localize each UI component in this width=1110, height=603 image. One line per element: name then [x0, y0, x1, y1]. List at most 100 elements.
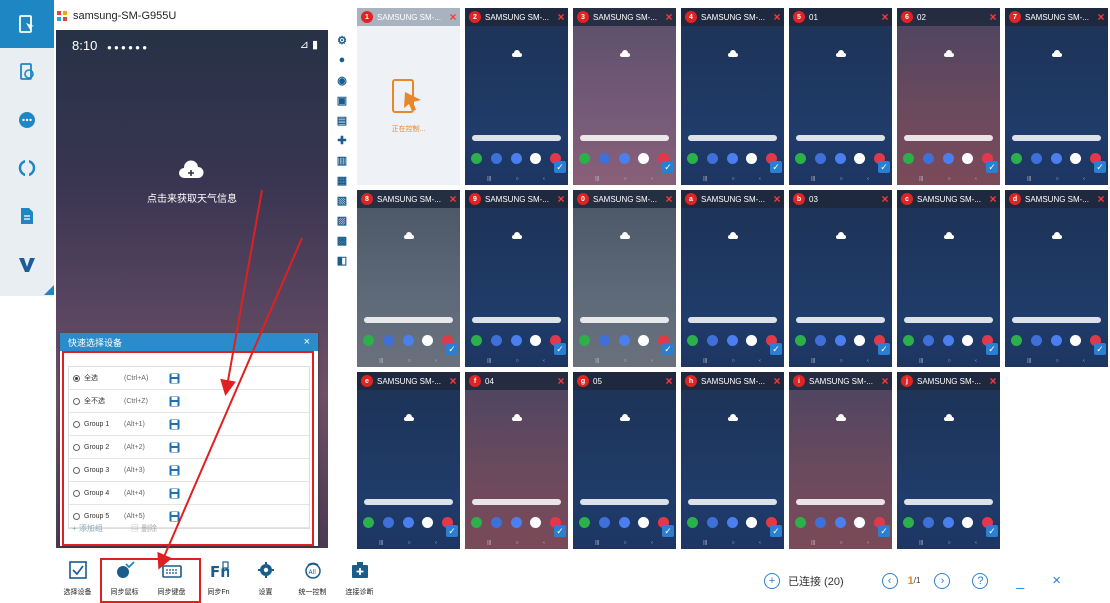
tile-checkbox-icon[interactable]: ✓ [878, 525, 890, 537]
tile-checkbox-icon[interactable]: ✓ [986, 161, 998, 173]
device-tile[interactable]: 2 SAMSUNG SM-... × ✓ ||| ○ ‹ [465, 8, 568, 185]
tile-checkbox-icon[interactable]: ✓ [770, 525, 782, 537]
delete-button[interactable]: ▤ 删除 [131, 523, 157, 534]
tile-close-icon[interactable]: × [770, 10, 784, 24]
save-icon[interactable] [169, 396, 180, 407]
tile-checkbox-icon[interactable]: ✓ [986, 525, 998, 537]
sync-keyboard-button[interactable]: 同步键盘 [148, 561, 195, 597]
sync-fn-button[interactable]: Fn 同步Fn [195, 561, 242, 597]
group-row-select-all[interactable]: 全选 (Ctrl+A) [69, 367, 309, 390]
tile-checkbox-icon[interactable]: ✓ [662, 161, 674, 173]
device-tile[interactable]: e SAMSUNG SM-... × ✓ ||| ○ ‹ [357, 372, 460, 549]
sync-mouse-button[interactable]: 同步鼠标 [101, 561, 148, 597]
tile-close-icon[interactable]: × [446, 10, 460, 24]
device-tile[interactable]: 5 01 × ✓ ||| ○ ‹ [789, 8, 892, 185]
tile-checkbox-icon[interactable]: ✓ [878, 161, 890, 173]
volume-icon[interactable]: ▨ [333, 210, 351, 230]
select-device-button[interactable]: 选择设备 [54, 561, 101, 597]
tile-checkbox-icon[interactable]: ✓ [554, 161, 566, 173]
device-tile[interactable]: 1 SAMSUNG SM-... × 正在控制... [357, 8, 460, 185]
tile-close-icon[interactable]: × [770, 192, 784, 206]
device-tile[interactable]: 4 SAMSUNG SM-... × ✓ ||| ○ ‹ [681, 8, 784, 185]
save-icon[interactable] [169, 488, 180, 499]
device-list-icon[interactable] [0, 0, 54, 48]
tile-close-icon[interactable]: × [878, 10, 892, 24]
device-tile[interactable]: g 05 × ✓ ||| ○ ‹ [573, 372, 676, 549]
back-icon[interactable]: ◧ [333, 250, 351, 270]
tile-checkbox-icon[interactable]: ✓ [446, 525, 458, 537]
tile-checkbox-icon[interactable]: ✓ [1094, 343, 1106, 355]
radio-button[interactable] [73, 489, 80, 497]
tile-close-icon[interactable]: × [554, 374, 568, 388]
group-row-2[interactable]: Group 2 (Alt+2) [69, 436, 309, 459]
sync-icon[interactable] [0, 144, 54, 192]
device-tile[interactable]: d SAMSUNG SM-... × ✓ ||| ○ ‹ [1005, 190, 1108, 367]
tile-checkbox-icon[interactable]: ✓ [878, 343, 890, 355]
tile-checkbox-icon[interactable]: ✓ [1094, 161, 1106, 173]
tile-close-icon[interactable]: × [986, 10, 1000, 24]
group-row-select-none[interactable]: 全不选 (Ctrl+Z) [69, 390, 309, 413]
tile-close-icon[interactable]: × [446, 192, 460, 206]
radio-button[interactable] [73, 374, 80, 382]
device-tile[interactable]: 9 SAMSUNG SM-... × ✓ ||| ○ ‹ [465, 190, 568, 367]
tile-close-icon[interactable]: × [986, 374, 1000, 388]
tile-close-icon[interactable]: × [878, 192, 892, 206]
minimize-button[interactable]: _ [1016, 573, 1024, 589]
tile-checkbox-icon[interactable]: ✓ [770, 343, 782, 355]
radio-button[interactable] [73, 397, 80, 405]
transfer-icon[interactable]: ▦ [333, 170, 351, 190]
next-page-icon[interactable]: › [934, 572, 951, 589]
device-group-icon[interactable] [0, 48, 54, 96]
radio-button[interactable] [73, 466, 80, 474]
tile-checkbox-icon[interactable]: ✓ [770, 161, 782, 173]
device-tile[interactable]: b 03 × ✓ ||| ○ ‹ [789, 190, 892, 367]
tile-checkbox-icon[interactable]: ✓ [554, 343, 566, 355]
tile-close-icon[interactable]: × [662, 192, 676, 206]
cloud-plus-icon[interactable] [178, 160, 204, 180]
tile-close-icon[interactable]: × [1094, 10, 1108, 24]
weather-text[interactable]: 点击来获取天气信息 [56, 190, 328, 205]
group-row-4[interactable]: Group 4 (Alt+4) [69, 482, 309, 505]
add-group-button[interactable]: + 添加组 [72, 523, 103, 534]
device-tile[interactable]: 7 SAMSUNG SM-... × ✓ ||| ○ ‹ [1005, 8, 1108, 185]
document-icon[interactable]: ▥ [333, 150, 351, 170]
device-tile[interactable]: h SAMSUNG SM-... × ✓ ||| ○ ‹ [681, 372, 784, 549]
save-icon[interactable] [169, 419, 180, 430]
device-tile[interactable]: 3 SAMSUNG SM-... × ✓ ||| ○ ‹ [573, 8, 676, 185]
tile-close-icon[interactable]: × [1094, 192, 1108, 206]
device-tile[interactable]: c SAMSUNG SM-... × ✓ ||| ○ ‹ [897, 190, 1000, 367]
prev-page-icon[interactable]: ‹ [881, 572, 898, 589]
tile-close-icon[interactable]: × [554, 192, 568, 206]
tile-checkbox-icon[interactable]: ✓ [446, 343, 458, 355]
tile-checkbox-icon[interactable]: ✓ [986, 343, 998, 355]
tile-close-icon[interactable]: × [986, 192, 1000, 206]
save-icon[interactable] [169, 465, 180, 476]
settings-gear-icon[interactable]: ⚙ [333, 30, 351, 50]
info-icon[interactable]: ● [333, 50, 351, 70]
tile-close-icon[interactable]: × [662, 10, 676, 24]
tile-close-icon[interactable]: × [662, 374, 676, 388]
device-tile[interactable]: j SAMSUNG SM-... × ✓ ||| ○ ‹ [897, 372, 1000, 549]
radio-button[interactable] [73, 420, 80, 428]
save-icon[interactable] [169, 442, 180, 453]
file-icon[interactable] [0, 192, 54, 240]
group-row-1[interactable]: Group 1 (Alt+1) [69, 413, 309, 436]
device-tile[interactable]: i SAMSUNG SM-... × ✓ ||| ○ ‹ [789, 372, 892, 549]
help-icon[interactable]: ? [972, 572, 989, 589]
device-tile[interactable]: 8 SAMSUNG SM-... × ✓ ||| ○ ‹ [357, 190, 460, 367]
device-tile[interactable]: 0 SAMSUNG SM-... × ✓ ||| ○ ‹ [573, 190, 676, 367]
save-icon[interactable] [169, 373, 180, 384]
group-row-3[interactable]: Group 3 (Alt+3) [69, 459, 309, 482]
rotate-icon[interactable]: ▤ [333, 110, 351, 130]
close-button[interactable]: × [1052, 572, 1061, 589]
diagnose-button[interactable]: 连接诊断 [336, 561, 383, 597]
chat-icon[interactable] [0, 96, 54, 144]
keyboard-icon[interactable]: ▧ [333, 190, 351, 210]
tile-close-icon[interactable]: × [554, 10, 568, 24]
device-tile[interactable]: a SAMSUNG SM-... × ✓ ||| ○ ‹ [681, 190, 784, 367]
device-tile[interactable]: f 04 × ✓ ||| ○ ‹ [465, 372, 568, 549]
tile-checkbox-icon[interactable]: ✓ [662, 525, 674, 537]
radio-button[interactable] [73, 512, 80, 520]
settings-button[interactable]: 设置 [242, 561, 289, 597]
refresh-icon[interactable]: ◉ [333, 70, 351, 90]
